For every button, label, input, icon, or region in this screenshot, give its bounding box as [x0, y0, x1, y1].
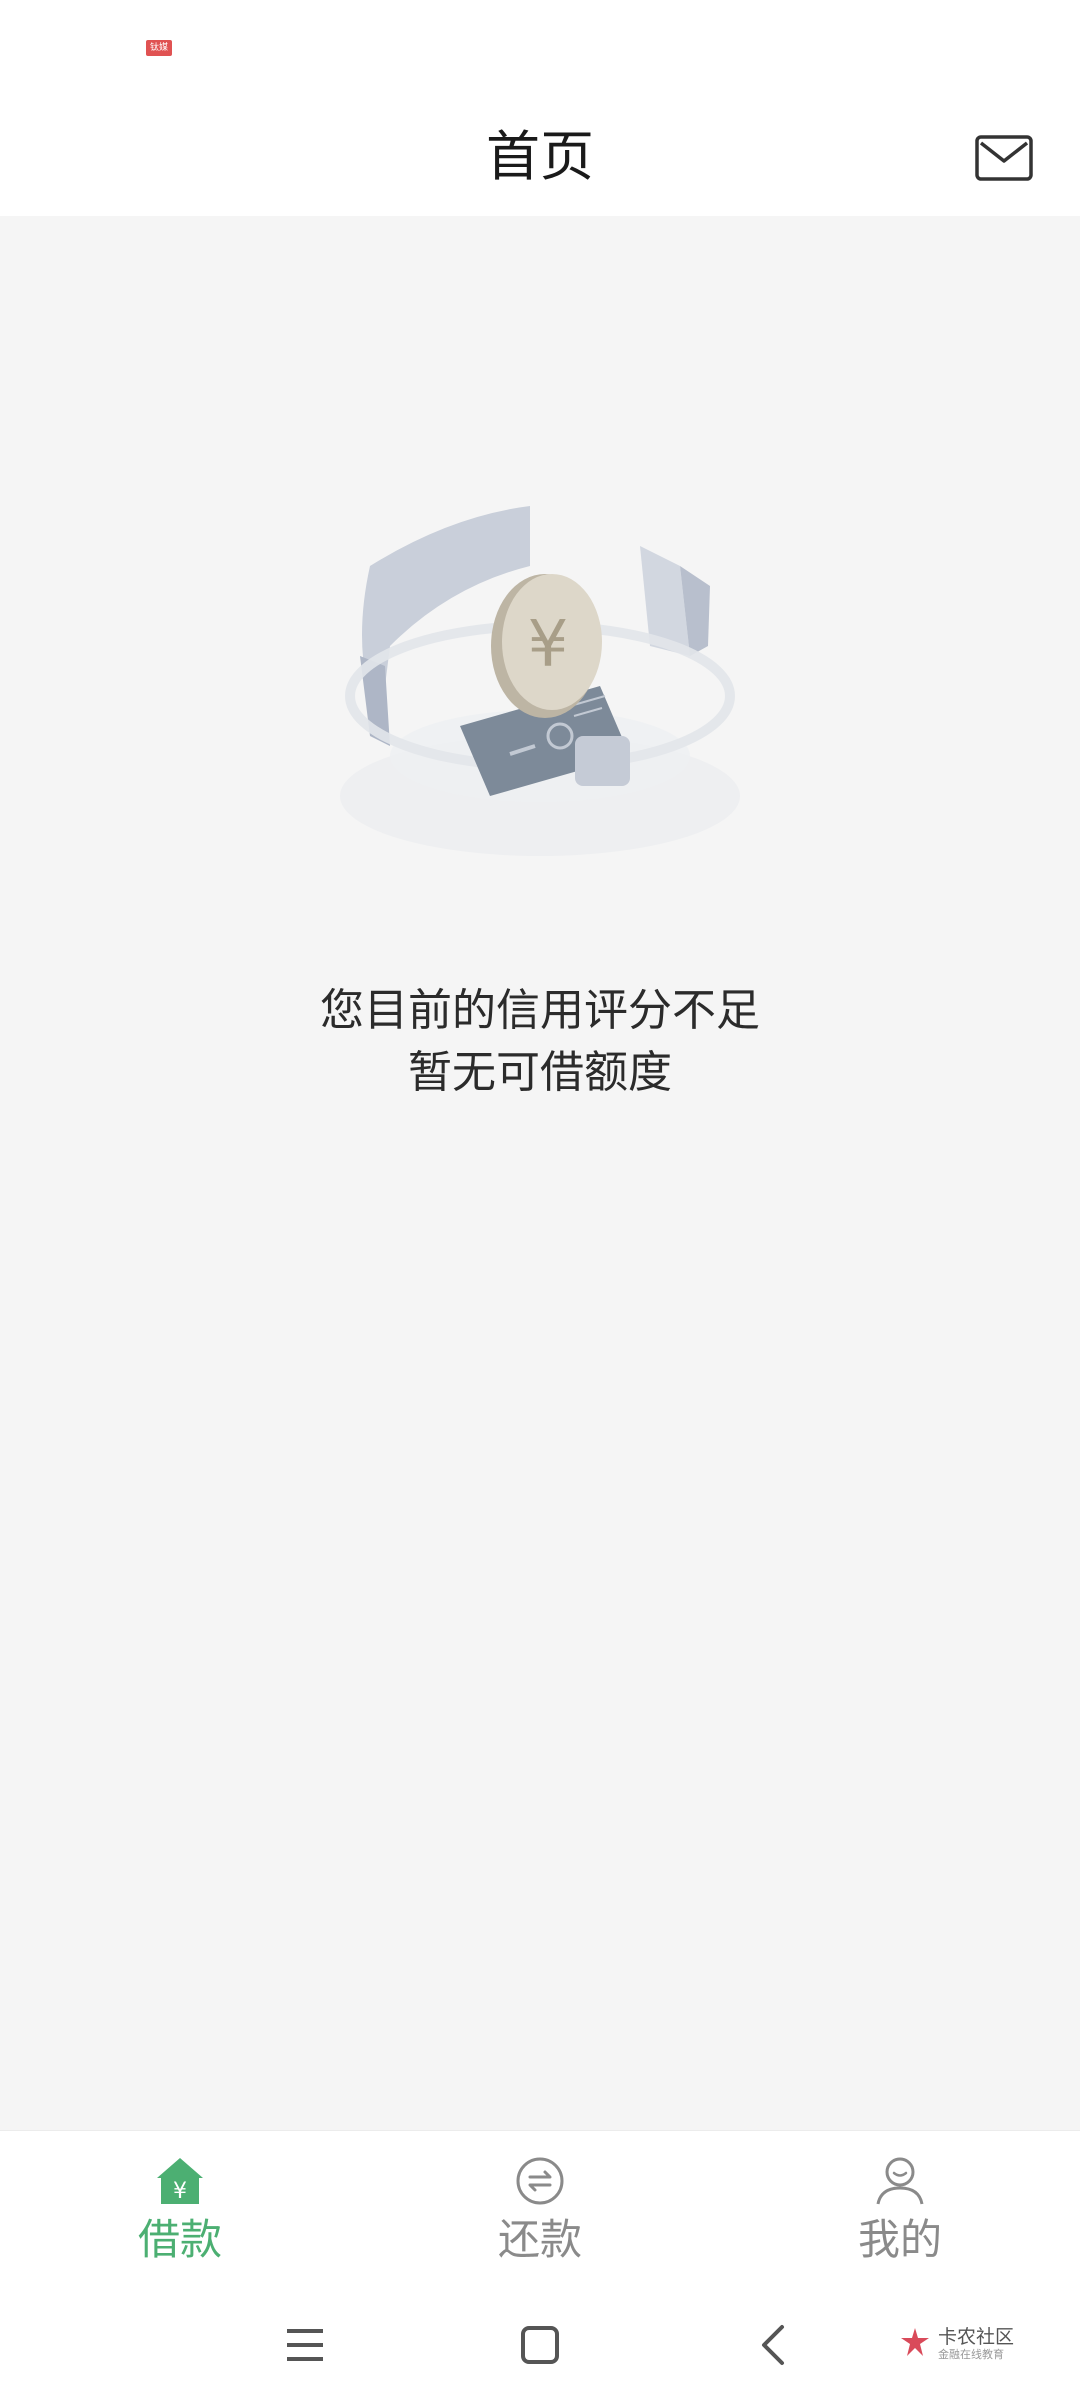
home-square-icon: [521, 2326, 559, 2364]
svg-text:¥: ¥: [173, 2179, 187, 2204]
credit-message: 您目前的信用评分不足 暂无可借额度: [0, 980, 1080, 1104]
coin-card-illustration: ¥: [330, 496, 750, 896]
kanong-logo-icon: [901, 2328, 929, 2356]
menu-icon: [287, 2329, 323, 2361]
home-button[interactable]: [505, 2310, 575, 2380]
bottom-tabbar: ¥ 借款 还款 我的: [0, 2130, 1080, 2291]
recent-apps-button[interactable]: [270, 2310, 340, 2380]
system-navigation-bar: 卡农社区 金融在线教育: [0, 2290, 1080, 2400]
exchange-circle-icon: [512, 2153, 568, 2209]
watermark: 卡农社区 金融在线教育: [898, 2320, 1028, 2370]
watermark-title: 卡农社区: [938, 2326, 1015, 2348]
status-bar: 钛媒: [0, 0, 1080, 100]
svg-text:¥: ¥: [528, 608, 569, 682]
credit-message-line2: 暂无可借额度: [408, 1047, 672, 1098]
tab-mine[interactable]: 我的: [720, 2131, 1080, 2291]
credit-message-line1: 您目前的信用评分不足: [320, 985, 760, 1036]
header: 首页: [0, 100, 1080, 216]
mail-button[interactable]: [972, 128, 1036, 188]
home-yuan-icon: ¥: [152, 2153, 208, 2209]
status-badge: 钛媒: [146, 40, 172, 56]
tab-mine-label: 我的: [857, 2215, 942, 2264]
mail-icon: [975, 135, 1033, 181]
tab-repay[interactable]: 还款: [360, 2131, 720, 2291]
main-content: ¥ 您目前的信用评分不足 暂无可借额度: [0, 216, 1080, 2130]
page-title: 首页: [486, 125, 594, 188]
back-button[interactable]: [738, 2310, 808, 2380]
tab-repay-label: 还款: [497, 2215, 582, 2264]
tab-borrow-label: 借款: [137, 2215, 222, 2264]
tab-borrow[interactable]: ¥ 借款: [0, 2131, 360, 2291]
back-chevron-icon: [762, 2325, 784, 2365]
watermark-subtitle: 金融在线教育: [938, 2348, 1004, 2361]
user-icon: [872, 2153, 928, 2209]
